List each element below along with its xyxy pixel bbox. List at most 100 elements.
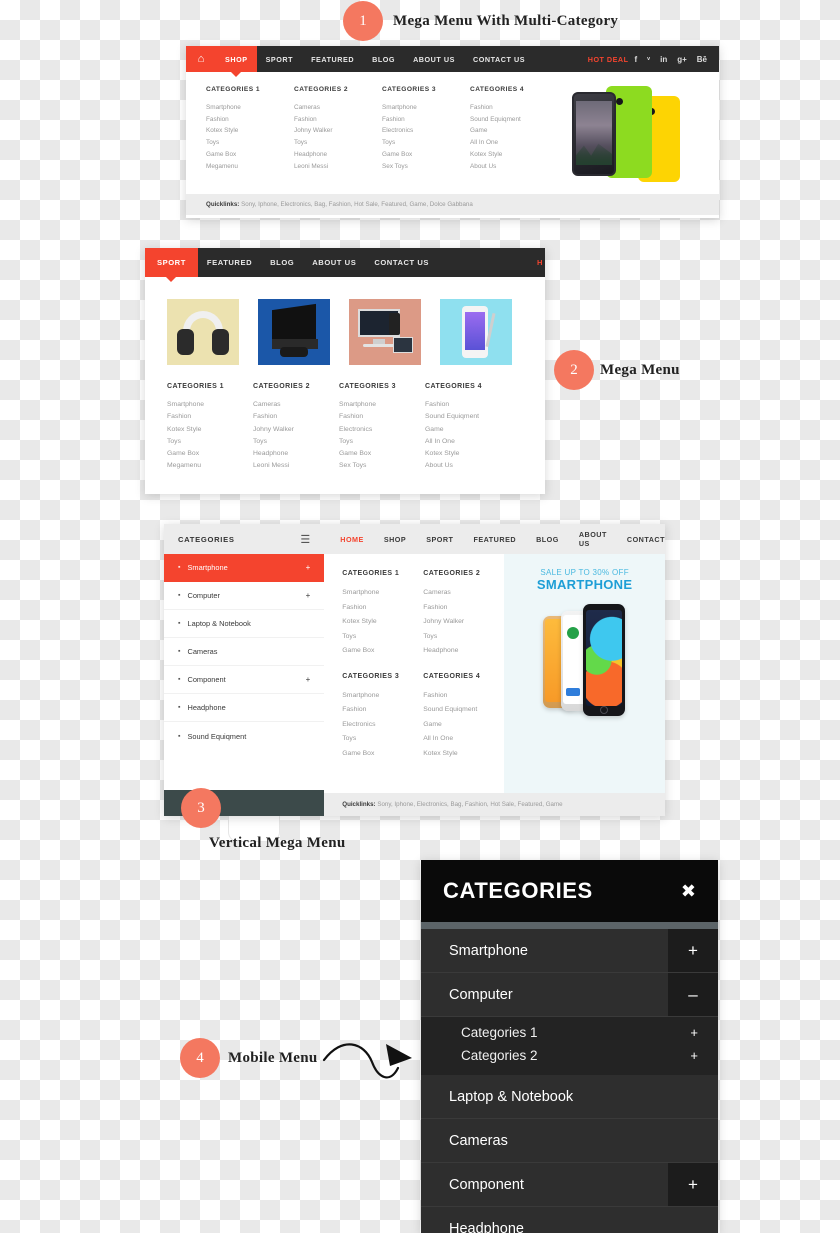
category-link[interactable]: Game: [423, 718, 504, 733]
nav-item-blog[interactable]: BLOG: [363, 46, 404, 72]
expand-plus-icon[interactable]: +: [668, 1163, 718, 1206]
category-link[interactable]: Fashion: [425, 399, 511, 411]
collapse-minus-icon[interactable]: –: [668, 973, 718, 1016]
category-link[interactable]: Leoni Messi: [253, 460, 339, 472]
category-link[interactable]: Johny Walker: [423, 615, 504, 630]
category-link[interactable]: Kotex Style: [342, 615, 423, 630]
expand-plus-icon[interactable]: +: [690, 1048, 698, 1063]
category-link[interactable]: Game Box: [206, 149, 294, 161]
category-link[interactable]: Fashion: [470, 102, 558, 114]
mobile-menu-item-laptop-notebook[interactable]: Laptop & Notebook: [421, 1075, 718, 1119]
nav-item-featured[interactable]: FEATURED: [473, 535, 516, 544]
category-link[interactable]: Fashion: [342, 703, 423, 718]
mobile-submenu-item-categories-2[interactable]: Categories 2 +: [421, 1044, 718, 1067]
mobile-menu-item-component[interactable]: Component +: [421, 1163, 718, 1207]
mobile-submenu-item-categories-1[interactable]: Categories 1 +: [421, 1021, 718, 1044]
category-link[interactable]: Smartphone: [339, 399, 425, 411]
smartphone-stylus-product-image[interactable]: [440, 299, 512, 365]
nav-item-contact[interactable]: CONTACT: [627, 535, 665, 544]
category-link[interactable]: Toys: [167, 436, 253, 448]
category-link[interactable]: All In One: [423, 732, 504, 747]
hot-deal-link[interactable]: HOT DEAL: [588, 46, 635, 72]
category-link[interactable]: Fashion: [167, 411, 253, 423]
category-link[interactable]: Fashion: [382, 114, 470, 126]
category-link[interactable]: All In One: [470, 137, 558, 149]
facebook-icon[interactable]: f: [635, 55, 638, 64]
category-link[interactable]: Megamenu: [206, 161, 294, 173]
category-link[interactable]: About Us: [425, 460, 511, 472]
category-link[interactable]: Kotex Style: [423, 747, 504, 762]
category-link[interactable]: Toys: [339, 436, 425, 448]
category-link[interactable]: Kotex Style: [425, 448, 511, 460]
expand-plus-icon[interactable]: +: [306, 675, 311, 684]
sidebar-item-cameras[interactable]: ▪ Cameras: [164, 638, 325, 666]
category-link[interactable]: Headphone: [253, 448, 339, 460]
hamburger-icon[interactable]: ☰: [300, 533, 310, 546]
category-link[interactable]: Sex Toys: [382, 161, 470, 173]
nav-item-blog[interactable]: BLOG: [261, 248, 303, 277]
category-link[interactable]: Fashion: [253, 411, 339, 423]
category-link[interactable]: Cameras: [423, 586, 504, 601]
home-icon[interactable]: ⌂: [186, 46, 216, 72]
category-link[interactable]: Sex Toys: [339, 460, 425, 472]
sidebar-item-headphone[interactable]: ▪ Headphone: [164, 694, 325, 722]
expand-plus-icon[interactable]: +: [306, 563, 311, 572]
category-link[interactable]: Smartphone: [342, 586, 423, 601]
category-link[interactable]: Cameras: [253, 399, 339, 411]
nav-item-featured[interactable]: FEATURED: [302, 46, 363, 72]
game-console-product-image[interactable]: [258, 299, 330, 365]
sidebar-item-sound-equiqment[interactable]: ▪ Sound Equiqment: [164, 722, 324, 750]
headphone-product-image[interactable]: [167, 299, 239, 365]
category-link[interactable]: Toys: [342, 732, 423, 747]
nav-item-sport[interactable]: SPORT: [426, 535, 453, 544]
category-link[interactable]: Kotex Style: [206, 125, 294, 137]
nav-item-shop[interactable]: SHOP: [384, 535, 406, 544]
expand-plus-icon[interactable]: +: [690, 1025, 698, 1040]
category-link[interactable]: Megamenu: [167, 460, 253, 472]
googleplus-icon[interactable]: g+: [677, 55, 687, 64]
category-link[interactable]: Sound Equiqment: [423, 703, 504, 718]
category-link[interactable]: Fashion: [423, 601, 504, 616]
sidebar-item-laptop-notebook[interactable]: ▪ Laptop & Notebook: [164, 610, 325, 638]
nav-item-contact-us[interactable]: CONTACT US: [464, 46, 534, 72]
category-link[interactable]: Fashion: [294, 114, 382, 126]
nav-item-blog[interactable]: BLOG: [536, 535, 559, 544]
category-link[interactable]: Electronics: [382, 125, 470, 137]
category-link[interactable]: Toys: [253, 436, 339, 448]
category-link[interactable]: Kotex Style: [470, 149, 558, 161]
sidebar-item-computer[interactable]: ▪ Computer +: [164, 582, 325, 610]
sidebar-item-smartphone[interactable]: ▪ Smartphone +: [164, 554, 325, 582]
category-link[interactable]: Cameras: [294, 102, 382, 114]
category-link[interactable]: Sound Equiqment: [470, 114, 558, 126]
category-link[interactable]: Game Box: [167, 448, 253, 460]
category-link[interactable]: Johny Walker: [294, 125, 382, 137]
mobile-menu-item-smartphone[interactable]: Smartphone +: [421, 929, 718, 973]
nav-item-about-us[interactable]: ABOUT US: [303, 248, 365, 277]
category-link[interactable]: Electronics: [342, 718, 423, 733]
nav-item-sport[interactable]: SPORT: [145, 248, 198, 282]
category-link[interactable]: Fashion: [339, 411, 425, 423]
category-link[interactable]: Smartphone: [167, 399, 253, 411]
category-link[interactable]: Game Box: [382, 149, 470, 161]
category-link[interactable]: Game Box: [339, 448, 425, 460]
behance-icon[interactable]: Bē: [697, 55, 707, 64]
category-link[interactable]: All In One: [425, 436, 511, 448]
category-link[interactable]: Game: [425, 424, 511, 436]
expand-plus-icon[interactable]: +: [306, 591, 311, 600]
category-link[interactable]: Kotex Style: [167, 424, 253, 436]
category-link[interactable]: Toys: [294, 137, 382, 149]
nav-item-home[interactable]: HOME: [340, 535, 364, 544]
quicklinks-value[interactable]: Sony, Iphone, Electronics, Bag, Fashion,…: [239, 201, 473, 208]
computer-product-image[interactable]: [349, 299, 421, 365]
hot-deal-link[interactable]: H: [537, 248, 545, 277]
mobile-menu-item-headphone[interactable]: Headphone: [421, 1207, 718, 1233]
linkedin-icon[interactable]: in: [660, 55, 667, 64]
category-link[interactable]: Electronics: [339, 424, 425, 436]
mobile-menu-item-cameras[interactable]: Cameras: [421, 1119, 718, 1163]
category-link[interactable]: Game Box: [342, 747, 423, 762]
category-link[interactable]: About Us: [470, 161, 558, 173]
category-link[interactable]: Sound Equiqment: [425, 411, 511, 423]
category-link[interactable]: Fashion: [206, 114, 294, 126]
nav-item-shop[interactable]: SHOP: [216, 46, 257, 77]
close-icon[interactable]: ✖: [681, 881, 696, 902]
